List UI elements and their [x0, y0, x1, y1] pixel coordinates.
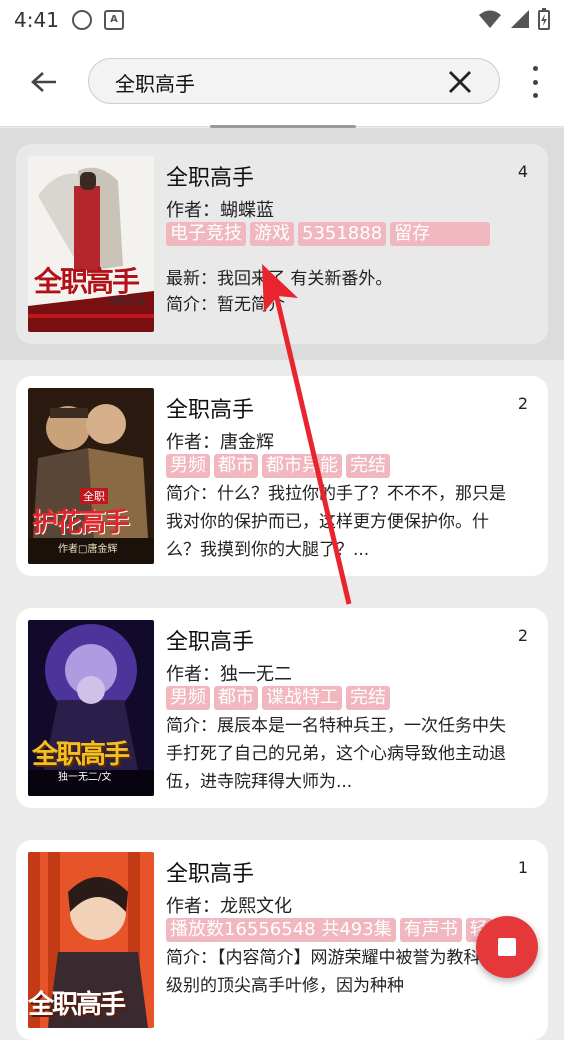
status-icons-left: A	[72, 10, 124, 30]
book-intro: 简介：什么？我拉你的手了？不不不，那只是我对你的保护而已，这样更方便保护你。什么…	[166, 484, 506, 560]
search-input[interactable]	[113, 65, 437, 99]
book-cover: 全职 护花高手 作者□唐金辉	[28, 388, 154, 564]
cover-author: 蝴蝶蓝 著	[110, 297, 145, 306]
back-button[interactable]	[22, 62, 66, 102]
tag: 电子竞技	[166, 222, 246, 246]
tag: 谍战特工	[262, 686, 342, 710]
tag: 都市	[214, 686, 258, 710]
rank-number: 1	[517, 858, 528, 877]
book-cover: 全职高手 独一无二/文	[28, 620, 154, 796]
tag: 男频	[166, 686, 210, 710]
tag-list: 电子竞技 游戏 5351888 留存	[166, 222, 546, 246]
search-box[interactable]	[88, 58, 500, 104]
status-bar: 4:41 A	[0, 0, 564, 40]
music-note-icon	[72, 10, 92, 30]
clear-search-button[interactable]	[447, 69, 473, 95]
cover-title: 护花高手	[32, 508, 130, 538]
tag-list: 男频 都市 都市异能 完结	[166, 454, 546, 478]
tag: 有声书	[399, 918, 462, 942]
cover-title: 全职高手	[28, 990, 126, 1020]
cover-title: 全职高手	[34, 265, 140, 298]
tag: 完结	[346, 686, 390, 710]
stop-icon	[498, 938, 516, 956]
book-title: 全职高手	[166, 862, 255, 887]
result-card[interactable]: 全职 护花高手 作者□唐金辉 全职高手 2 作者：唐金辉 男频 都市 都市异能 …	[16, 376, 548, 576]
scroll-indicator	[210, 125, 356, 128]
book-title: 全职高手	[166, 166, 255, 191]
tag: 都市	[214, 454, 258, 478]
cover-title: 全职高手	[32, 740, 130, 770]
book-cover: 全职高手 蝴蝶蓝 著	[28, 156, 154, 332]
app-bar	[0, 40, 564, 127]
tag: 留存	[390, 222, 491, 246]
tag: 都市异能	[262, 454, 342, 478]
signal-icon	[511, 10, 529, 28]
result-card[interactable]: 全职高手 独一无二/文 全职高手 2 作者：独一无二 男频 都市 谍战特工 完结…	[16, 608, 548, 808]
rank-number: 4	[517, 162, 528, 181]
latest-chapter: 最新：我回来了 有关新番外。	[166, 269, 393, 289]
back-arrow-icon	[31, 72, 56, 92]
tag: 完结	[346, 454, 390, 478]
book-title: 全职高手	[166, 630, 255, 655]
rank-number: 2	[517, 626, 528, 645]
tag: 男频	[166, 454, 210, 478]
result-card[interactable]: 全职高手 全职高手 1 作者：龙熙文化 播放数16556548 共493集 有声…	[16, 840, 548, 1040]
wifi-icon	[479, 10, 501, 28]
book-intro: 简介：【内容简介】网游荣耀中被誉为教科书级别的顶尖高手叶修，因为种种	[166, 948, 498, 996]
tag: 5351888	[298, 222, 387, 246]
book-intro: 简介：暂无简介	[166, 295, 285, 315]
book-cover: 全职高手	[28, 852, 154, 1028]
status-time: 4:41	[14, 8, 59, 32]
book-title: 全职高手	[166, 398, 255, 423]
status-icons-right	[478, 8, 550, 30]
cover-author: 作者□唐金辉	[58, 544, 118, 555]
more-options-button[interactable]	[528, 66, 542, 98]
result-card[interactable]: 全职高手 蝴蝶蓝 著 全职高手 4 作者：蝴蝶蓝 电子竞技 游戏 5351888…	[16, 144, 548, 344]
tag: 播放数16556548 共493集	[166, 918, 396, 942]
tag: 游戏	[250, 222, 294, 246]
more-vert-icon	[532, 66, 538, 71]
close-icon	[449, 71, 471, 93]
book-author: 作者：龙熙文化	[166, 896, 292, 917]
battery-icon	[538, 8, 550, 30]
book-intro: 简介：展辰本是一名特种兵王，一次任务中失手打死了自己的兄弟，这个心病导致他主动退…	[166, 716, 506, 792]
book-author: 作者：独一无二	[166, 664, 292, 685]
tag-list: 男频 都市 谍战特工 完结	[166, 686, 546, 710]
book-author: 作者：唐金辉	[166, 432, 274, 453]
rank-number: 2	[517, 394, 528, 413]
cover-author: 独一无二/文	[58, 772, 112, 783]
stop-button[interactable]	[476, 916, 538, 978]
a-icon: A	[104, 10, 124, 30]
book-author: 作者：蝴蝶蓝	[166, 200, 274, 221]
